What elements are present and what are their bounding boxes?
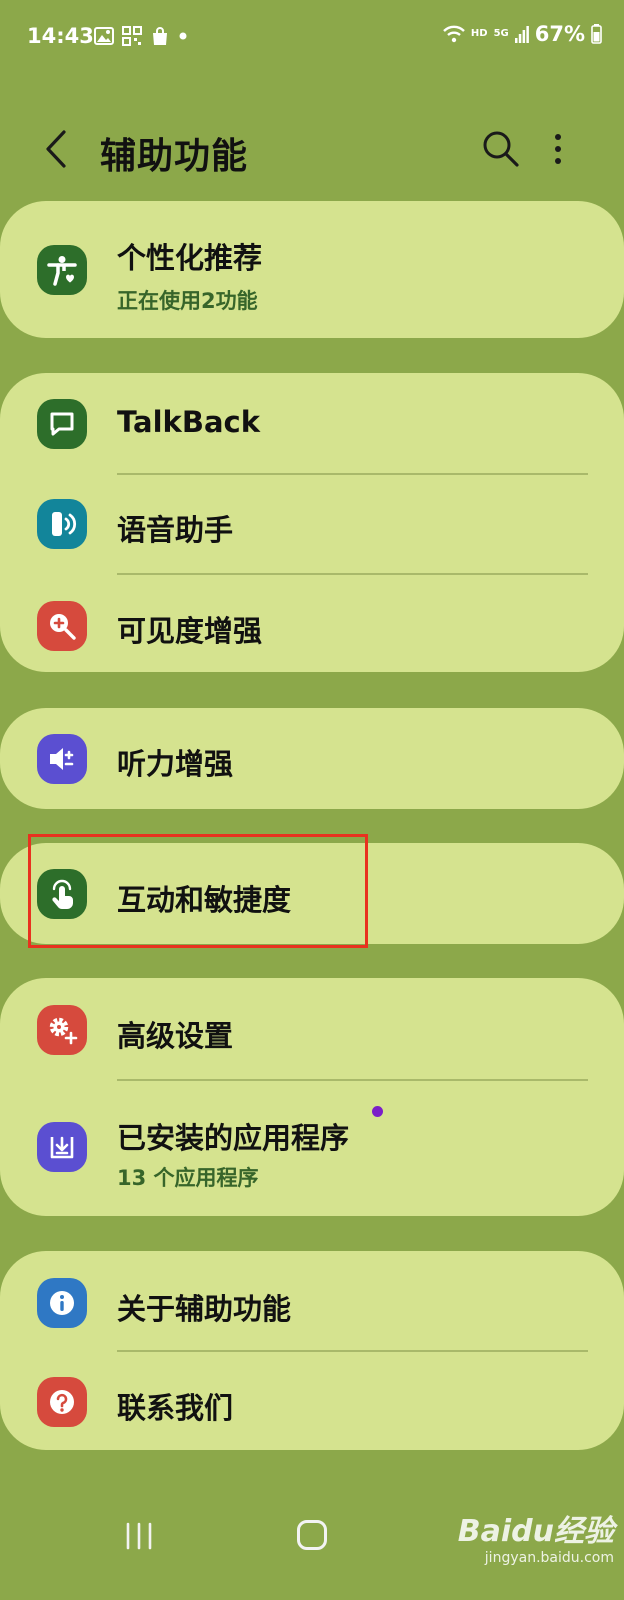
- list-item-voice-assistant[interactable]: 语音助手: [0, 474, 624, 575]
- list-item-installed-apps[interactable]: 已安装的应用程序 13 个应用程序: [0, 1079, 624, 1216]
- recent-apps-button[interactable]: [124, 1522, 154, 1550]
- battery-percent: 67%: [534, 22, 585, 46]
- settings-group-recommend: 个性化推荐 正在使用2功能: [0, 201, 624, 338]
- list-item-contact-us[interactable]: 联系我们: [0, 1352, 624, 1450]
- list-item-visibility[interactable]: 可见度增强: [0, 575, 624, 672]
- list-item-advanced-settings[interactable]: 高级设置: [0, 978, 624, 1079]
- notification-dot-icon: [179, 32, 187, 40]
- more-vert-icon[interactable]: [548, 126, 568, 172]
- settings-group-hearing: 听力增强: [0, 708, 624, 809]
- new-badge-dot: [372, 1106, 383, 1117]
- settings-group-interaction: 互动和敏捷度: [0, 843, 624, 944]
- list-item-label: TalkBack: [117, 405, 260, 439]
- chat-square-icon: [37, 399, 87, 449]
- list-item-hearing[interactable]: 听力增强: [0, 708, 624, 809]
- battery-icon: [591, 24, 602, 44]
- settings-group-advanced: 高级设置 已安装的应用程序 13 个应用程序: [0, 978, 624, 1216]
- zoom-in-icon: [37, 601, 87, 651]
- shopping-bag-icon: [153, 27, 167, 45]
- list-item-label: 听力增强: [117, 747, 234, 781]
- list-item-about-accessibility[interactable]: 关于辅助功能: [0, 1251, 624, 1352]
- list-item-label: 联系我们: [117, 1391, 234, 1425]
- help-icon: [37, 1377, 87, 1427]
- gallery-icon: [94, 27, 114, 45]
- signal-icon: [514, 26, 529, 43]
- list-item-label: 语音助手: [117, 513, 234, 547]
- volume-plus-icon: [37, 734, 87, 784]
- voice-assistant-icon: [37, 499, 87, 549]
- search-icon[interactable]: [478, 126, 524, 172]
- list-item-label: 互动和敏捷度: [117, 883, 292, 917]
- info-icon: [37, 1278, 87, 1328]
- qr-icon: [122, 26, 142, 46]
- list-item-label: 关于辅助功能: [117, 1292, 292, 1326]
- status-time: 14:43: [27, 24, 94, 48]
- list-item-label: 个性化推荐: [117, 241, 263, 275]
- watermark: Baidu经验 jingyan.baidu.com: [458, 1506, 614, 1566]
- accessibility-person-icon: [37, 245, 87, 295]
- list-item-talkback[interactable]: TalkBack: [0, 373, 624, 474]
- list-item-interaction-dexterity[interactable]: 互动和敏捷度: [0, 843, 624, 944]
- list-item-subtitle: 正在使用2功能: [117, 289, 258, 313]
- app-bar: 辅助功能: [0, 110, 624, 190]
- download-box-icon: [37, 1122, 87, 1172]
- settings-group-about: 关于辅助功能 联系我们: [0, 1251, 624, 1450]
- watermark-main: Baidu经验: [457, 1514, 614, 1549]
- list-item-label: 可见度增强: [117, 614, 263, 648]
- system-nav-bar: Baidu经验 jingyan.baidu.com: [0, 1500, 624, 1600]
- gear-plus-icon: [37, 1005, 87, 1055]
- network-gen-badge: 5G: [493, 28, 509, 39]
- settings-group-vision: TalkBack 语音助手 可见度增强: [0, 373, 624, 672]
- list-item-personalized-recommend[interactable]: 个性化推荐 正在使用2功能: [0, 201, 624, 336]
- list-item-label: 已安装的应用程序: [117, 1121, 350, 1155]
- watermark-sub: jingyan.baidu.com: [484, 1550, 614, 1566]
- hd-badge: HD: [470, 28, 488, 39]
- status-bar: 14:43 HD 5G 67%: [0, 0, 624, 76]
- wifi-icon: [443, 25, 465, 43]
- list-item-label: 高级设置: [117, 1019, 234, 1053]
- home-button[interactable]: [297, 1520, 327, 1550]
- touch-hand-icon: [37, 869, 87, 919]
- back-icon[interactable]: [36, 124, 76, 174]
- page-title: 辅助功能: [100, 136, 249, 177]
- list-item-subtitle: 13 个应用程序: [117, 1166, 259, 1190]
